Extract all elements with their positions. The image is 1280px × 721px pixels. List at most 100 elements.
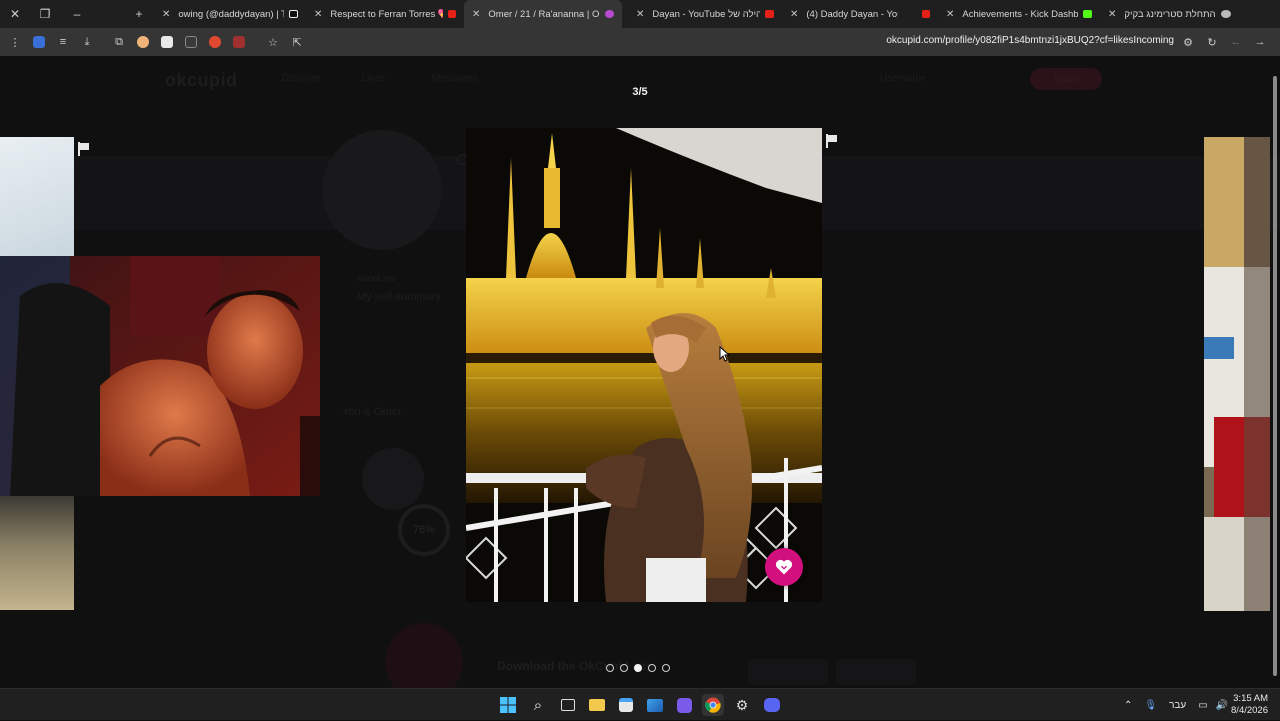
language-indicator[interactable]: עבר (1169, 700, 1186, 711)
extension-icon[interactable] (137, 36, 149, 48)
extension-icon[interactable] (185, 36, 197, 48)
bookmark-star-icon[interactable]: ☆ (261, 30, 285, 54)
teams-icon[interactable] (673, 694, 695, 716)
task-view-icon[interactable] (557, 694, 579, 716)
avatar (322, 130, 442, 250)
compatibility-heading: You & Omer (342, 406, 402, 418)
report-flag-icon[interactable] (826, 134, 838, 148)
tab-kick[interactable]: ✕ Achievements - Kick Dashboard (938, 0, 1100, 28)
okcupid-profile-page: okcupid Discover Likes Messages Username… (0, 56, 1280, 688)
like-photo-button[interactable] (765, 548, 803, 586)
windows-taskbar: ⌕ ⚙ ⌃ 🎙 עבר ▭ 🔊 3:15 AM 8/4/2026 (0, 688, 1280, 720)
menu-icon[interactable]: ⋮ (3, 30, 27, 54)
about-text: My self-summary (357, 291, 441, 303)
extension-icon[interactable] (209, 36, 221, 48)
close-icon[interactable]: ✕ (636, 9, 644, 20)
microphone-icon[interactable]: 🎙 (1144, 700, 1157, 711)
promo-graphic (385, 623, 463, 688)
close-icon: ✕ (9, 7, 21, 21)
forward-icon[interactable]: ← (1224, 30, 1248, 54)
restore-window-button[interactable]: ❐ (30, 0, 60, 28)
nav-item[interactable]: Likes (362, 73, 385, 84)
boost-button[interactable]: Boost (1030, 68, 1102, 90)
extension-vpn-icon[interactable] (27, 30, 51, 54)
system-tray: ⌃ 🎙 עבר ▭ 🔊 (1124, 689, 1228, 721)
about-label: About me (357, 273, 396, 283)
report-flag-icon[interactable] (78, 142, 90, 156)
clock-time: 3:15 AM (1233, 693, 1268, 704)
nav-item[interactable]: Discover (282, 73, 321, 84)
windows-start-icon[interactable] (497, 694, 519, 716)
chrome-icon[interactable] (702, 694, 724, 716)
back-icon[interactable]: → (1248, 30, 1272, 54)
username-label[interactable]: Username (880, 73, 926, 84)
site-settings-icon[interactable]: ⚙ (1176, 30, 1200, 54)
extension-icon[interactable] (233, 36, 245, 48)
tab-title: Achievements - Kick Dashboard (962, 8, 1079, 20)
photo-thumbnail[interactable] (0, 137, 74, 257)
close-icon[interactable]: ✕ (162, 9, 170, 20)
search-icon[interactable]: ⌕ (527, 694, 549, 716)
tab-okcupid[interactable]: ✕ Omer / 21 / Ra'ananna | OkCu (464, 0, 622, 28)
extension-icon[interactable] (161, 36, 173, 48)
close-icon[interactable]: ✕ (314, 9, 322, 20)
store-icon[interactable] (615, 694, 637, 716)
youtube-icon (765, 10, 774, 18)
new-tab-button[interactable]: + (124, 0, 154, 28)
chevron-up-icon[interactable]: ⌃ (1124, 700, 1132, 711)
system-clock[interactable]: 3:15 AM 8/4/2026 (1231, 693, 1268, 717)
photo-previous-image (0, 256, 320, 496)
okcupid-icon (605, 10, 614, 18)
tab-title: Omer / 21 / Ra'ananna | OkCu (488, 8, 600, 20)
minimize-window-button[interactable]: – (62, 0, 92, 28)
photo-next[interactable] (1204, 137, 1270, 611)
download-icon[interactable]: ⤓ (75, 30, 99, 54)
nav-item[interactable]: Messages (432, 73, 478, 84)
photos-icon[interactable] (644, 694, 666, 716)
tab-title: Dayan - YouTube הקהילה של (652, 8, 761, 20)
pagination-dot[interactable] (662, 664, 670, 672)
close-window-button[interactable]: ✕ (0, 0, 30, 28)
app-store-button[interactable] (748, 659, 828, 685)
tiktok-icon (289, 10, 298, 18)
tab-tiktok[interactable]: ✕ owing (@daddydayan) | TikTok (154, 0, 306, 28)
pagination-dot[interactable] (620, 664, 628, 672)
settings-icon[interactable]: ⚙ (731, 694, 753, 716)
pagination-dot[interactable] (648, 664, 656, 672)
close-icon[interactable]: ✕ (472, 9, 480, 20)
mouse-cursor-icon (719, 346, 731, 362)
photo-main[interactable] (466, 128, 822, 602)
photo-next-image (1204, 137, 1270, 611)
volume-icon[interactable]: 🔊 (1216, 700, 1228, 711)
kick-icon (1083, 10, 1092, 18)
tab-youtube-ferran[interactable]: ✕ Respect to Ferran Torres 💖#fc (306, 0, 464, 28)
discord-icon[interactable] (761, 694, 783, 716)
pagination-dot[interactable] (606, 664, 614, 672)
close-icon[interactable]: ✕ (1108, 9, 1116, 20)
close-icon[interactable]: ✕ (790, 9, 798, 20)
share-icon[interactable]: ⇱ (285, 30, 309, 54)
tab-youtube-community[interactable]: ✕ Dayan - YouTube הקהילה של (622, 0, 782, 28)
pagination-dot-active[interactable] (634, 664, 642, 672)
tab-kick-streaming[interactable]: ✕ התחלת סטרימינג בקיק (1100, 0, 1240, 28)
browser-toolbar: ⋮ ≡ ⤓ ⧉ ☆ ⇱ okcupid.com/profile/y082fiP1… (0, 28, 1280, 56)
page-scrollbar[interactable] (1272, 62, 1278, 688)
close-icon[interactable]: ✕ (946, 9, 954, 20)
reload-icon[interactable]: ↻ (1200, 30, 1224, 54)
compatibility-avatar (362, 448, 424, 510)
address-bar[interactable]: okcupid.com/profile/y082fiP1s4bmtnzi1jxB… (886, 35, 1174, 46)
file-explorer-icon[interactable] (586, 694, 608, 716)
tab-youtube-daddy[interactable]: ✕ (4) Daddy Dayan - YouTube (782, 0, 938, 28)
google-play-button[interactable] (836, 659, 916, 685)
network-icon[interactable]: ▭ (1198, 700, 1207, 711)
extensions-icon[interactable]: ⧉ (107, 30, 131, 54)
photo-thumbnail[interactable] (0, 496, 74, 610)
photo-main-image (466, 128, 822, 602)
photo-pagination (606, 664, 670, 672)
photo-previous[interactable] (0, 256, 320, 496)
minimize-icon: – (73, 7, 81, 21)
tab-title: owing (@daddydayan) | TikTok (178, 8, 285, 20)
reading-list-icon[interactable]: ≡ (51, 30, 75, 54)
heart-icon (775, 559, 793, 575)
scrollbar-thumb[interactable] (1273, 76, 1277, 676)
